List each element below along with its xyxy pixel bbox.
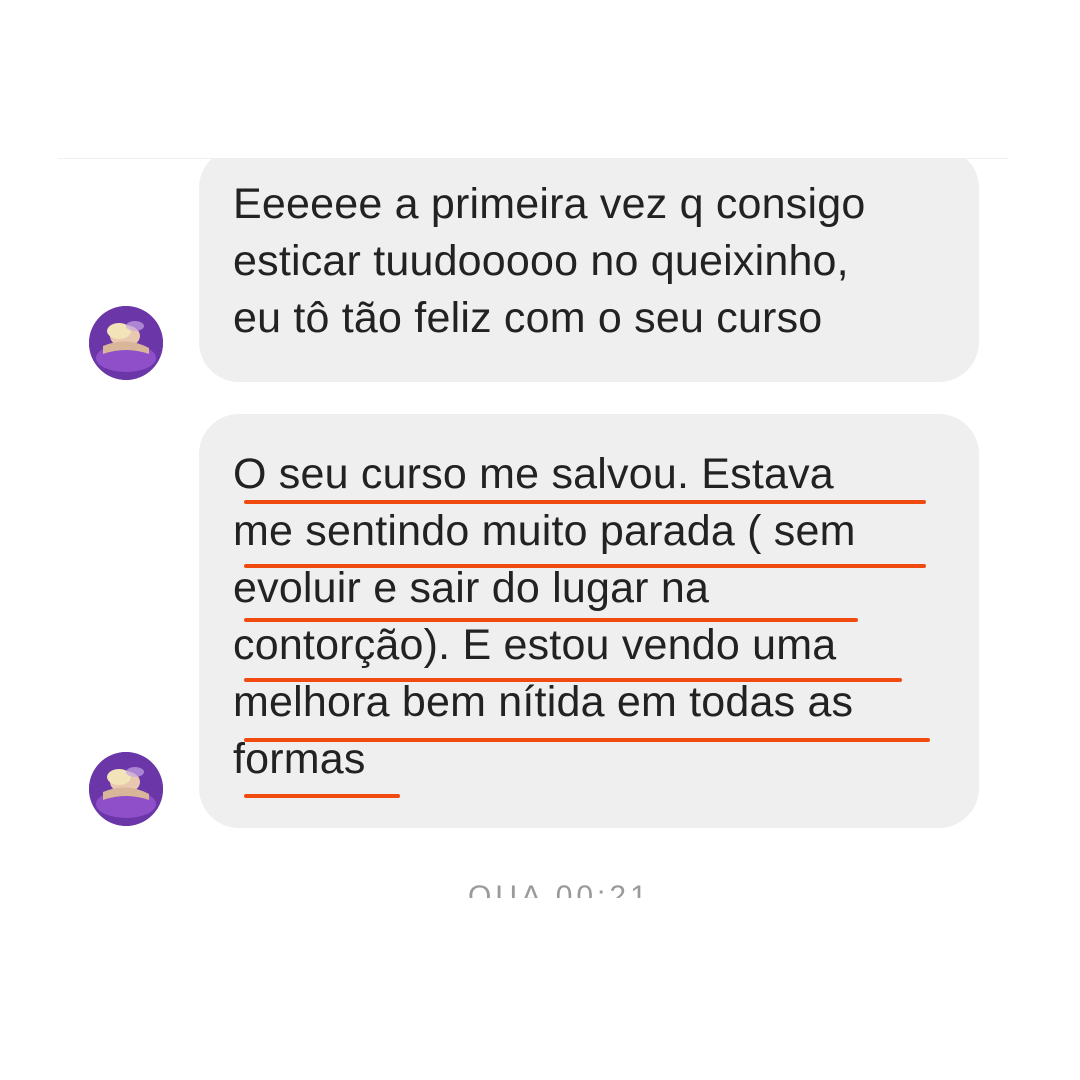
highlight-underline bbox=[244, 500, 926, 504]
highlight-underline bbox=[244, 564, 926, 568]
screenshot-stage: Eeeeee a primeira vez q consigo esticar … bbox=[0, 0, 1080, 1080]
profile-photo-avatar-icon bbox=[89, 752, 163, 826]
message-text-line: Eeeeee a primeira vez q consigo bbox=[233, 180, 866, 228]
sender-avatar[interactable] bbox=[89, 306, 163, 380]
message-text-line: evoluir e sair do lugar na bbox=[233, 564, 710, 612]
message-timestamp: QUA 00:21 bbox=[468, 880, 651, 898]
message-text-line: O seu curso me salvou. Estava bbox=[233, 450, 834, 498]
highlight-underline bbox=[244, 738, 930, 742]
message-text-line: melhora bem nítida em todas as bbox=[233, 678, 854, 726]
profile-photo-avatar-icon bbox=[89, 306, 163, 380]
message-text-line: contorção). E estou vendo uma bbox=[233, 621, 837, 669]
message-text-line: eu tô tão feliz com o seu curso bbox=[233, 294, 823, 342]
highlight-underline bbox=[244, 794, 400, 798]
message-text-line: me sentindo muito parada ( sem bbox=[233, 507, 856, 555]
sender-avatar[interactable] bbox=[89, 752, 163, 826]
highlight-underline bbox=[244, 678, 902, 682]
message-bubble-received[interactable]: Eeeeee a primeira vez q consigo esticar … bbox=[199, 158, 979, 382]
chat-thread[interactable]: Eeeeee a primeira vez q consigo esticar … bbox=[58, 158, 1008, 898]
highlight-underline bbox=[244, 618, 858, 622]
message-text-line: esticar tuudooooo no queixinho, bbox=[233, 237, 849, 285]
